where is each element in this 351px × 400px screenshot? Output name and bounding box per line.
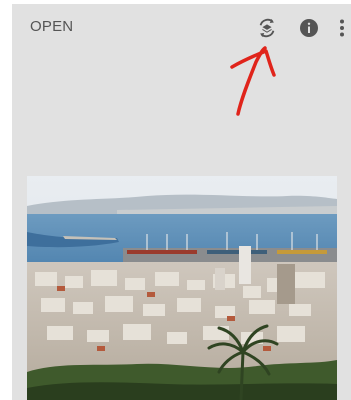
- top-app-bar: OPEN: [12, 4, 351, 52]
- open-button[interactable]: OPEN: [30, 18, 73, 35]
- info-icon: [300, 19, 318, 37]
- photo-preview[interactable]: [27, 176, 337, 400]
- more-options-button[interactable]: [334, 16, 350, 40]
- info-button[interactable]: [297, 16, 321, 40]
- editor-screen: OPEN: [12, 4, 351, 400]
- layers-stack-icon: [259, 18, 275, 38]
- more-vert-icon: [340, 19, 344, 37]
- looks-button[interactable]: [255, 16, 279, 40]
- city-harbor-photo: [27, 176, 337, 400]
